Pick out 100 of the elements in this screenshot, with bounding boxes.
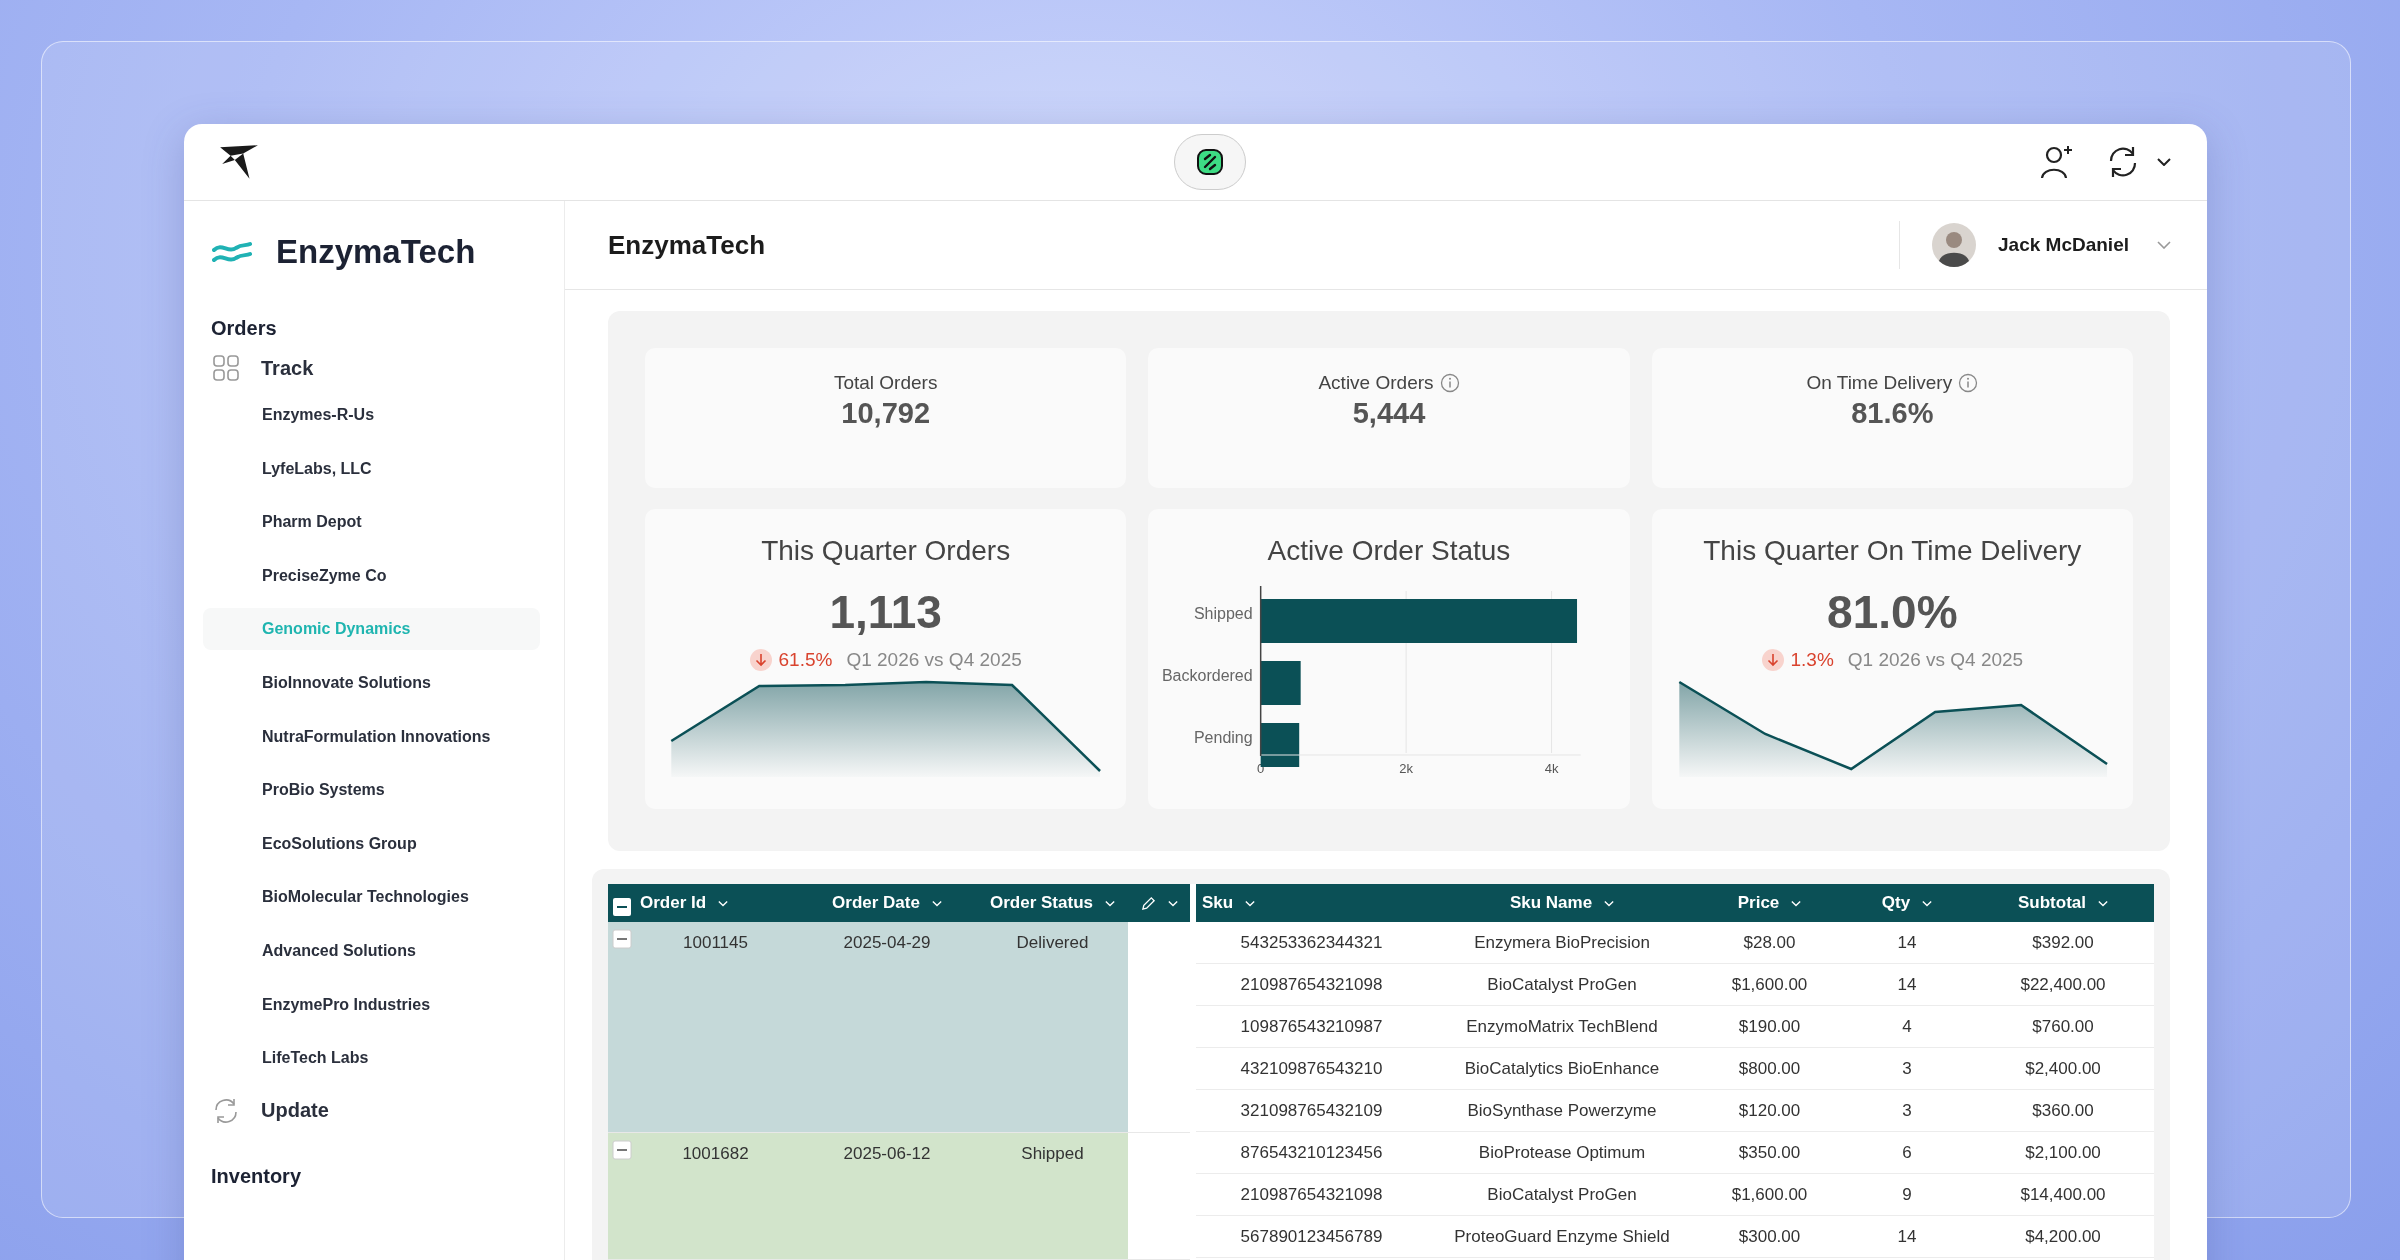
customer-nav-item[interactable]: NutraFormulation Innovations [203, 715, 540, 758]
table-cell-text: Shipped [1021, 1144, 1084, 1165]
table-cell-text: $360.00 [2031, 1100, 2095, 1121]
table-cell-text: BioSynthase Powerzyme [1466, 1100, 1658, 1121]
column-header[interactable]: Qty [1842, 893, 1972, 913]
table-cell-text: $22,400.00 [2019, 974, 2107, 995]
customer-nav-item[interactable]: PreciseZyme Co [203, 554, 540, 597]
table-cell-text: EnzymoMatrix TechBlend [1465, 1016, 1659, 1037]
table-cell-text: 109876543210987 [1239, 1016, 1384, 1037]
period-label: Q1 2026 vs Q4 2025 [1847, 649, 2024, 671]
kpi-value: 5,444 [1352, 397, 1426, 430]
table-cell-text: 14 [1896, 1226, 1918, 1247]
brand-name: EnzymaTech [276, 233, 476, 271]
column-header[interactable]: Order Id [634, 893, 797, 913]
axis-tick-label: 2k [1399, 761, 1414, 776]
table-cell-text: $1,600.00 [1730, 1184, 1809, 1205]
chart-title: This Quarter Orders [761, 535, 1011, 567]
big-number: 81.0% [1827, 585, 1958, 639]
table-cell-text: $190.00 [1737, 1016, 1802, 1037]
column-header[interactable]: Order Date [797, 893, 977, 913]
column-header[interactable]: Sku [1196, 893, 1427, 913]
nav-label: Update [261, 1099, 329, 1123]
table-cell-text: BioCatalytics BioEnhance [1463, 1058, 1661, 1079]
add-user-icon[interactable] [2039, 144, 2075, 180]
nav-label: Track [261, 356, 314, 380]
table-cell-text: 543253362344321 [1239, 932, 1384, 953]
customer-nav-item[interactable]: ProBio Systems [203, 769, 540, 812]
customer-nav-item[interactable]: BioMolecular Technologies [203, 876, 540, 919]
pencil-icon [1140, 895, 1156, 911]
refresh-icon [213, 1097, 239, 1124]
delta-value: 61.5% [778, 649, 833, 671]
table-cell-text: 9 [1901, 1184, 1913, 1205]
customer-nav-item[interactable]: LifeTech Labs [203, 1037, 540, 1080]
collapse-icon[interactable] [612, 929, 632, 949]
table-cell-text: 321098765432109 [1239, 1100, 1384, 1121]
table-cell-text: 210987654321098 [1239, 1184, 1384, 1205]
table-cell-text: $14,400.00 [2019, 1184, 2107, 1205]
kpi-label: Active Orders [1318, 372, 1434, 394]
table-cell-text: 1001682 [682, 1144, 749, 1165]
table-cell-text: 14 [1896, 974, 1918, 995]
page-title: EnzymaTech [608, 229, 765, 261]
bird-logo-icon[interactable] [218, 143, 260, 181]
table-cell-text: $4,200.00 [2024, 1226, 2102, 1247]
table-cell-text: $350.00 [1737, 1142, 1802, 1163]
avatar-icon[interactable] [1932, 223, 1977, 267]
category-label: Pending [1194, 729, 1253, 746]
bar [1261, 661, 1301, 705]
category-label: Backordered [1162, 667, 1253, 684]
table-cell-text: 4 [1901, 1016, 1913, 1037]
table-cell-text: $28.00 [1742, 932, 1797, 953]
chevron-down-icon[interactable] [2157, 158, 2171, 166]
table-cell-text: BioCatalyst ProGen [1486, 974, 1638, 995]
table-cell-text: ProteoGuard Enzyme Shield [1453, 1226, 1671, 1247]
customer-nav-item[interactable]: Advanced Solutions [203, 929, 540, 972]
customer-nav-item[interactable]: LyfeLabs, LLC [203, 447, 540, 490]
table-cell-text: $300.00 [1737, 1226, 1802, 1247]
customer-nav-item[interactable]: Pharm Depot [203, 501, 540, 544]
nav-item[interactable]: Update [211, 1090, 564, 1131]
kpi-value: 81.6% [1851, 397, 1934, 430]
table-cell-text: 3 [1901, 1058, 1913, 1079]
table-cell-text: BioCatalyst ProGen [1486, 1184, 1638, 1205]
nav-item[interactable]: Track [211, 348, 564, 388]
kpi-label: On Time Delivery [1806, 372, 1953, 394]
collapse-icon[interactable] [612, 1140, 632, 1160]
app-switch-button[interactable] [1173, 134, 1246, 190]
table-cell-text: 876543210123456 [1239, 1142, 1384, 1163]
column-header[interactable]: Order Status [977, 893, 1128, 913]
customer-nav-item[interactable]: BioInnovate Solutions [203, 661, 540, 704]
chart-title: Active Order Status [1267, 535, 1511, 567]
column-header[interactable]: Subtotal [1972, 893, 2154, 913]
table-cell-text: 567890123456789 [1239, 1226, 1384, 1247]
big-number: 1,113 [829, 585, 942, 639]
waves-logo-icon [212, 240, 252, 264]
grid-icon [213, 355, 239, 381]
column-header[interactable]: Price [1697, 893, 1842, 913]
kpi-label: Total Orders [833, 372, 938, 394]
column-header[interactable]: Sku Name [1427, 893, 1697, 913]
table-cell-text: BioProtease Optimum [1477, 1142, 1647, 1163]
table-cell-text: Enzymera BioPrecision [1473, 932, 1651, 953]
customer-nav-item[interactable]: Enzymes-R-Us [203, 394, 540, 436]
section-heading: Orders [211, 317, 278, 340]
table-cell-text: 210987654321098 [1239, 974, 1384, 995]
table-cell-text: 2025-06-12 [843, 1144, 931, 1165]
customer-nav-item[interactable]: EcoSolutions Group [203, 822, 540, 865]
info-icon[interactable] [1958, 373, 1979, 393]
axis-tick-label: 4k [1545, 761, 1559, 776]
customer-nav-item[interactable]: EnzymePro Industries [203, 983, 540, 1026]
period-label: Q1 2026 vs Q4 2025 [846, 649, 1022, 671]
table-cell-text: $2,400.00 [2024, 1058, 2102, 1079]
collapse-all-icon[interactable] [612, 896, 632, 917]
table-cell-text: 1001145 [683, 933, 748, 954]
app-logo-icon [1194, 147, 1225, 177]
section-heading: Inventory [211, 1164, 303, 1188]
chart-title: This Quarter On Time Delivery [1703, 535, 2082, 567]
table-cell-text: 2025-04-29 [843, 933, 931, 954]
kpi-value: 10,792 [841, 397, 930, 430]
table-cell-text: 14 [1896, 932, 1918, 953]
user-name[interactable]: Jack McDaniel [1998, 234, 2129, 256]
table-cell-text: 432109876543210 [1239, 1058, 1384, 1079]
info-icon[interactable] [1439, 373, 1460, 393]
